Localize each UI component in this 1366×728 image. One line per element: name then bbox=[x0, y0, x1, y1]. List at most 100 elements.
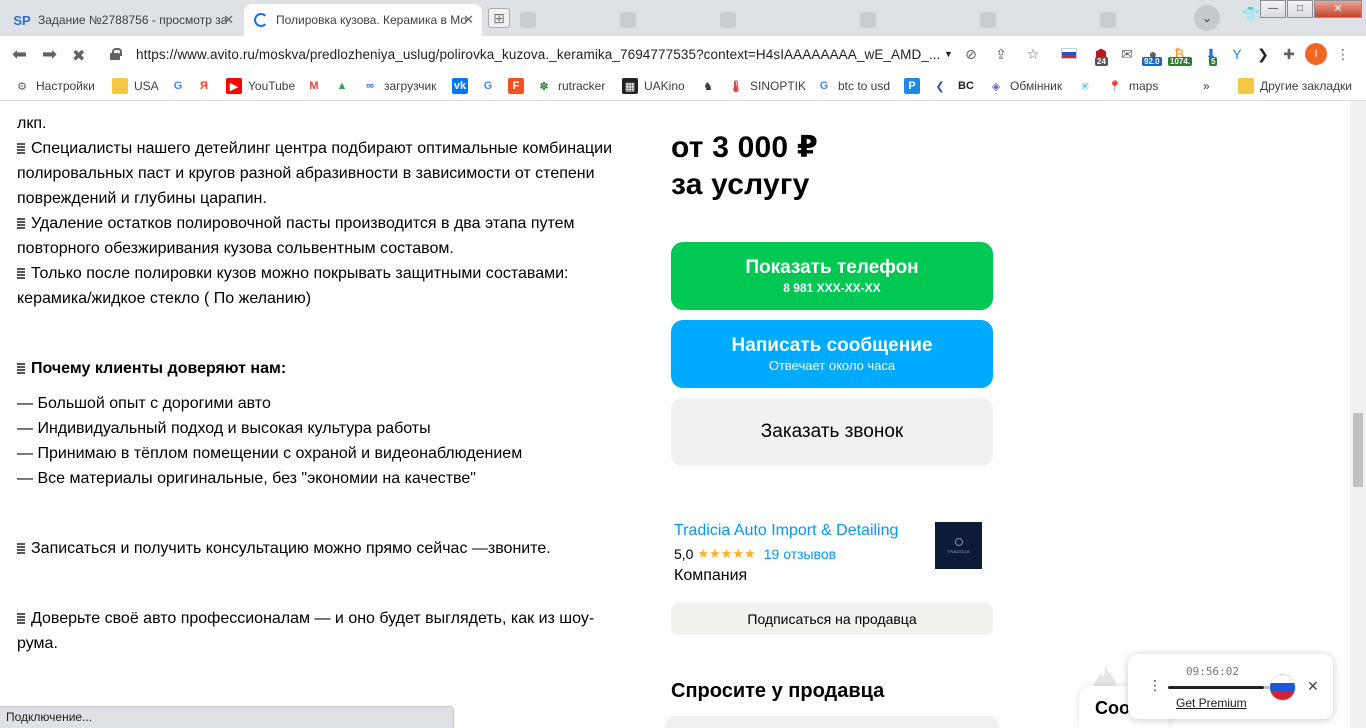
url-input[interactable]: https://www.avito.ru/moskva/predlozheniy… bbox=[136, 47, 942, 62]
bookmark-uakino[interactable]: ▦ UAKino bbox=[622, 77, 685, 95]
camera-blocked-icon[interactable]: ⊘ bbox=[962, 45, 980, 63]
seller-name-link[interactable]: Tradicia Auto Import & Detailing bbox=[674, 522, 898, 540]
bookmark-star-icon[interactable]: ☆ bbox=[1024, 45, 1042, 63]
yandex-icon: Я bbox=[200, 80, 208, 92]
minimize-button[interactable]: — bbox=[1260, 0, 1286, 18]
bookmark-maps[interactable]: 📍 maps bbox=[1107, 77, 1158, 95]
menu-dots-icon[interactable]: ⋮ bbox=[1334, 45, 1352, 63]
bookmark-translate[interactable]: G bbox=[480, 77, 502, 95]
show-phone-button[interactable]: Показать телефон 8 981 XXX-XX-XX bbox=[671, 242, 993, 310]
bookmark-btc-to-usd[interactable]: Gbtc to usd bbox=[816, 77, 890, 95]
tab-title: Полировка кузова. Керамика в Мо bbox=[276, 13, 467, 27]
puzzle-icon[interactable]: ✚ bbox=[1280, 45, 1298, 63]
back-arrow-icon[interactable]: ⬅ bbox=[12, 44, 27, 65]
recorder-menu-icon[interactable]: ⋮ bbox=[1148, 678, 1162, 692]
tab-favicon-icon bbox=[860, 12, 876, 28]
get-premium-link[interactable]: Get Premium bbox=[1176, 696, 1247, 710]
seller-type: Компания bbox=[674, 567, 748, 584]
url-dropdown-icon[interactable]: ▼ bbox=[944, 49, 953, 59]
bookmark-настройки[interactable]: ⚙ Настройки bbox=[14, 77, 95, 95]
google-icon: G bbox=[173, 80, 183, 92]
bookmark-p[interactable]: P bbox=[904, 77, 926, 95]
close-window-button[interactable]: ✕ bbox=[1314, 0, 1362, 18]
description-paragraph: Только после полировки кузов можно покры… bbox=[17, 265, 569, 307]
background-tab[interactable] bbox=[1100, 6, 1116, 34]
background-tab[interactable] bbox=[720, 6, 736, 34]
bookmarks-more-button[interactable]: » bbox=[1203, 77, 1210, 95]
bookmark-vk[interactable]: vk bbox=[452, 77, 474, 95]
call-to-action-line: Записаться и получить консультацию можно… bbox=[17, 536, 627, 561]
ask-seller-box[interactable] bbox=[665, 716, 999, 728]
bookmark-label: maps bbox=[1129, 79, 1159, 93]
scrollbar-thumb[interactable] bbox=[1353, 413, 1363, 487]
recorder-time: 09:56:02 bbox=[1186, 665, 1239, 678]
bookmark-загрузчик[interactable]: ∞ загрузчик bbox=[362, 77, 436, 95]
tab-avito-listing[interactable]: Полировка кузова. Керамика в Мо ✕ bbox=[244, 4, 482, 36]
f-icon: F bbox=[508, 78, 524, 94]
bookmark-обмінник[interactable]: ◈ Обмінник bbox=[988, 77, 1062, 95]
vk-icon: vk bbox=[452, 78, 468, 94]
maximize-button[interactable]: □ bbox=[1287, 0, 1313, 18]
share-icon[interactable]: ⇪ bbox=[992, 45, 1010, 63]
bookmark-snowflake[interactable]: ✳ bbox=[1077, 77, 1099, 95]
snowflake-icon: ✳ bbox=[1080, 80, 1090, 93]
sp-favicon-icon: SP bbox=[13, 12, 31, 28]
new-tab-button[interactable]: ⊞ bbox=[488, 8, 510, 28]
background-tab[interactable] bbox=[980, 6, 996, 34]
seller-logo[interactable]: TRADICIA bbox=[935, 522, 982, 569]
order-call-button[interactable]: Заказать звонок bbox=[671, 398, 993, 466]
bookmark-bc[interactable]: BC bbox=[958, 77, 980, 95]
bookmark-google[interactable]: G bbox=[170, 77, 192, 95]
bookmark-gmail[interactable]: M bbox=[306, 77, 328, 95]
stop-loading-icon[interactable]: ✖ bbox=[72, 46, 85, 66]
russia-flag-icon[interactable] bbox=[1270, 675, 1295, 700]
bullet-icon bbox=[17, 363, 25, 374]
background-tab[interactable] bbox=[860, 6, 876, 34]
tab-favicon-icon bbox=[720, 12, 736, 28]
show-phone-label: Показать телефон bbox=[745, 257, 919, 278]
bookmark-chess[interactable]: ♞ bbox=[700, 77, 722, 95]
bookmark-yandex[interactable]: Я bbox=[196, 77, 218, 95]
bullet-icon bbox=[17, 218, 25, 229]
background-tab[interactable] bbox=[620, 6, 636, 34]
loading-spinner-icon bbox=[254, 13, 268, 27]
p-icon: P bbox=[904, 78, 920, 94]
rating-value: 5,0 bbox=[674, 546, 694, 562]
price: от 3 000 ₽ за услугу bbox=[671, 129, 818, 203]
youtube-icon: ▶ bbox=[226, 78, 242, 94]
logo-mark-icon bbox=[954, 537, 963, 546]
russia-flag-icon[interactable] bbox=[1060, 45, 1078, 63]
tab-close-icon[interactable]: ✕ bbox=[463, 12, 474, 28]
profile-avatar[interactable]: I bbox=[1305, 43, 1327, 65]
background-tab[interactable] bbox=[520, 6, 536, 34]
subscribe-seller-button[interactable]: Подписаться на продавца bbox=[671, 603, 993, 635]
lock-icon[interactable] bbox=[110, 48, 122, 60]
forward-arrow-icon[interactable]: ➡ bbox=[42, 44, 57, 65]
tab-task[interactable]: SP Задание №2788756 - просмотр за ✕ bbox=[4, 4, 242, 36]
bookmark-youtube[interactable]: ▶ YouTube bbox=[226, 77, 295, 95]
write-message-button[interactable]: Написать сообщение Отвечает около часа bbox=[671, 320, 993, 388]
bookmark-label: rutracker bbox=[558, 79, 606, 93]
address-bar[interactable]: https://www.avito.ru/moskva/predlozheniy… bbox=[104, 42, 956, 66]
reviews-link[interactable]: 19 отзывов bbox=[764, 546, 836, 562]
other-bookmarks[interactable]: Другие закладки bbox=[1238, 77, 1352, 95]
recorder-widget: 09:56:02 ⋮ Get Premium ✕ bbox=[1128, 654, 1333, 719]
bookmark-usa[interactable]: USA bbox=[112, 77, 159, 95]
v-extension-icon[interactable]: Y bbox=[1228, 45, 1246, 63]
bookmark-drive[interactable]: ▲ bbox=[334, 77, 356, 95]
recorder-close-icon[interactable]: ✕ bbox=[1307, 678, 1319, 695]
tab-favicon-icon bbox=[1100, 12, 1116, 28]
tab-close-icon[interactable]: ✕ bbox=[223, 12, 234, 28]
extension-badge: 92.0 bbox=[1142, 57, 1162, 66]
tab-search-button[interactable]: ⌄ bbox=[1194, 5, 1220, 31]
diamond-icon: ◈ bbox=[991, 80, 1001, 93]
bookmark-rutracker[interactable]: ✽ rutracker bbox=[536, 77, 605, 95]
mail-extension-icon[interactable]: ✉ bbox=[1118, 45, 1136, 63]
bookmark-arrow[interactable]: ❮ bbox=[932, 77, 954, 95]
logo-text: TRADICIA bbox=[947, 548, 970, 554]
bookmark-label: UAKino bbox=[644, 79, 685, 93]
terminal-extension-icon[interactable]: ❯ bbox=[1254, 45, 1272, 63]
recorder-progress[interactable] bbox=[1168, 686, 1278, 689]
bookmark-f[interactable]: F bbox=[508, 77, 530, 95]
bookmark-sinoptik[interactable]: 🌡 SINOPTIK bbox=[728, 77, 806, 95]
